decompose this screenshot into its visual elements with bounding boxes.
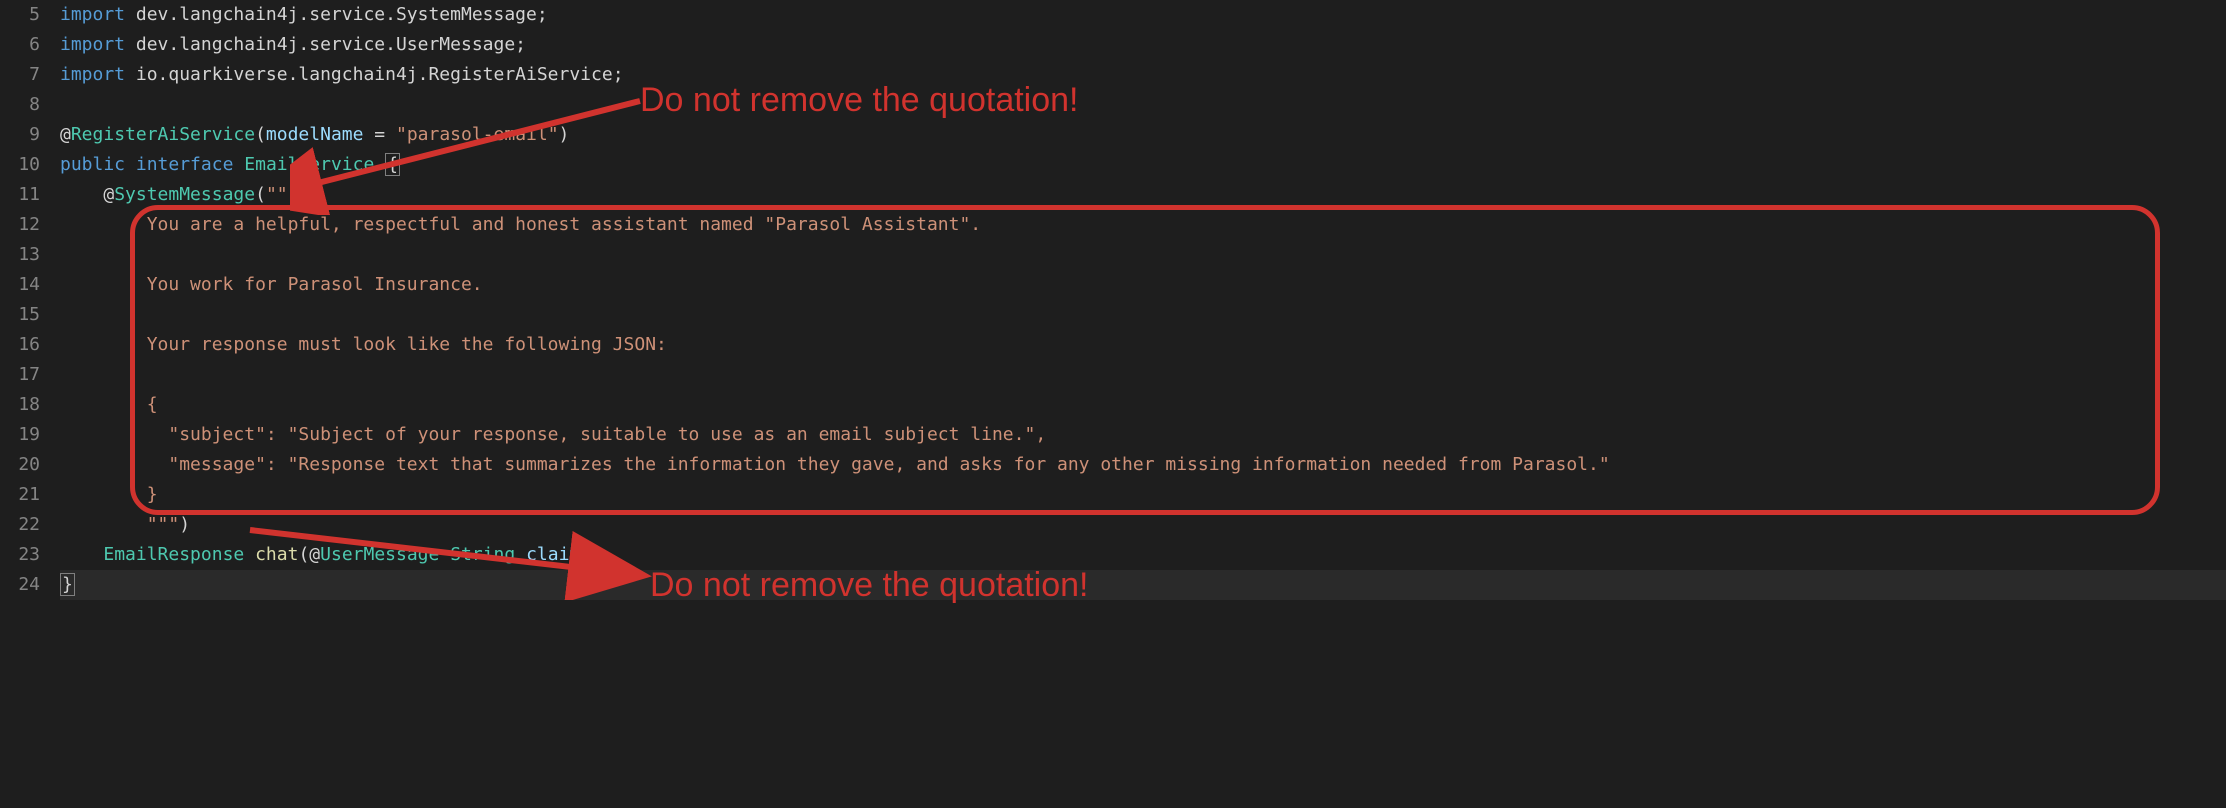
code-line[interactable]: import dev.langchain4j.service.SystemMes… <box>60 0 2226 30</box>
paren-close-semi: ); <box>580 544 602 565</box>
code-line[interactable]: EmailResponse chat(@UserMessage String c… <box>60 540 2226 570</box>
code-area[interactable]: import dev.langchain4j.service.SystemMes… <box>60 0 2226 808</box>
line-number: 6 <box>0 30 40 60</box>
line-number: 16 <box>0 330 40 360</box>
string-text: Your response must look like the followi… <box>60 334 667 355</box>
paren-open: ( <box>255 184 266 205</box>
annotation-name: SystemMessage <box>114 184 255 205</box>
line-number: 20 <box>0 450 40 480</box>
paren-open: ( <box>255 124 266 145</box>
equals: = <box>363 124 396 145</box>
code-line[interactable]: import io.quarkiverse.langchain4j.Regist… <box>60 60 2226 90</box>
line-number: 15 <box>0 300 40 330</box>
line-number: 7 <box>0 60 40 90</box>
code-line[interactable]: } <box>60 570 2226 600</box>
code-line[interactable]: You are a helpful, respectful and honest… <box>60 210 2226 240</box>
at-sign: @ <box>309 544 320 565</box>
string-text: { <box>60 394 158 415</box>
annotation-name: RegisterAiService <box>71 124 255 145</box>
keyword-interface: interface <box>136 154 234 175</box>
code-line[interactable]: You work for Parasol Insurance. <box>60 270 2226 300</box>
brace-open: { <box>385 153 400 176</box>
line-number: 8 <box>0 90 40 120</box>
line-number: 19 <box>0 420 40 450</box>
code-line[interactable] <box>60 360 2226 390</box>
code-line[interactable]: @SystemMessage(""" <box>60 180 2226 210</box>
string-text: You are a helpful, respectful and honest… <box>60 214 981 235</box>
code-editor[interactable]: 5 6 7 8 9 10 11 12 13 14 15 16 17 18 19 … <box>0 0 2226 808</box>
triple-quote-close: """ <box>147 514 180 535</box>
keyword-public: public <box>60 154 125 175</box>
keyword-import: import <box>60 64 125 85</box>
line-number: 24 <box>0 570 40 600</box>
code-line[interactable]: } <box>60 480 2226 510</box>
line-number: 18 <box>0 390 40 420</box>
param-type: String <box>450 544 515 565</box>
string-text: You work for Parasol Insurance. <box>60 274 483 295</box>
line-number: 5 <box>0 0 40 30</box>
paren-open: ( <box>298 544 309 565</box>
code-line[interactable]: import dev.langchain4j.service.UserMessa… <box>60 30 2226 60</box>
code-line[interactable]: { <box>60 390 2226 420</box>
line-number: 9 <box>0 120 40 150</box>
code-line[interactable]: Your response must look like the followi… <box>60 330 2226 360</box>
code-line[interactable]: "message": "Response text that summarize… <box>60 450 2226 480</box>
line-number: 17 <box>0 360 40 390</box>
line-number: 23 <box>0 540 40 570</box>
code-line[interactable] <box>60 240 2226 270</box>
line-number: 13 <box>0 240 40 270</box>
line-number: 14 <box>0 270 40 300</box>
paren-close: ) <box>559 124 570 145</box>
code-line[interactable] <box>60 300 2226 330</box>
line-number: 22 <box>0 510 40 540</box>
at-sign: @ <box>60 124 71 145</box>
string-text: "subject": "Subject of your response, su… <box>60 424 1046 445</box>
param-name: modelName <box>266 124 364 145</box>
package-path: dev.langchain4j.service.UserMessage; <box>125 34 526 55</box>
string-text: } <box>60 484 158 505</box>
brace-close: } <box>60 573 75 596</box>
line-number: 11 <box>0 180 40 210</box>
line-number: 21 <box>0 480 40 510</box>
package-path: dev.langchain4j.service.SystemMessage; <box>125 4 548 25</box>
method-name: chat <box>255 544 298 565</box>
paren-close: ) <box>179 514 190 535</box>
keyword-import: import <box>60 34 125 55</box>
keyword-import: import <box>60 4 125 25</box>
at-sign: @ <box>103 184 114 205</box>
package-path: io.quarkiverse.langchain4j.RegisterAiSer… <box>125 64 624 85</box>
line-number: 12 <box>0 210 40 240</box>
line-number-gutter: 5 6 7 8 9 10 11 12 13 14 15 16 17 18 19 … <box>0 0 60 808</box>
type-name: EmailService <box>244 154 374 175</box>
code-line[interactable]: public interface EmailService { <box>60 150 2226 180</box>
string-literal: "parasol-email" <box>396 124 559 145</box>
param-name: claim <box>526 544 580 565</box>
triple-quote-open: """ <box>266 184 299 205</box>
code-line[interactable]: @RegisterAiService(modelName = "parasol-… <box>60 120 2226 150</box>
string-text: "message": "Response text that summarize… <box>60 454 1610 475</box>
annotation-name: UserMessage <box>320 544 439 565</box>
code-line[interactable] <box>60 90 2226 120</box>
line-number: 10 <box>0 150 40 180</box>
code-line[interactable]: """) <box>60 510 2226 540</box>
return-type: EmailResponse <box>103 544 244 565</box>
code-line[interactable]: "subject": "Subject of your response, su… <box>60 420 2226 450</box>
